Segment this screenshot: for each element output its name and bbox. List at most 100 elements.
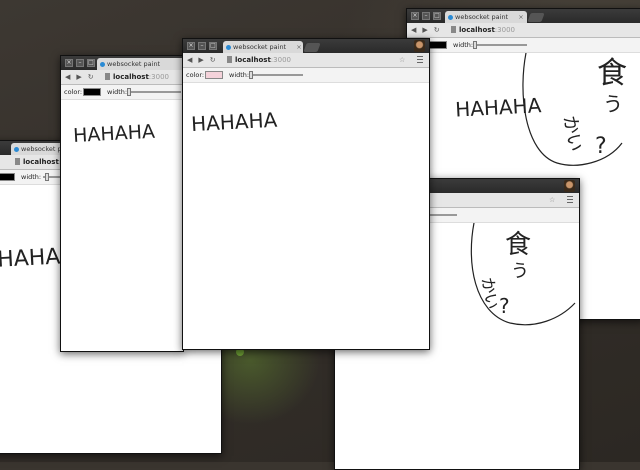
address-bar[interactable]: localhost:3000 bbox=[451, 23, 515, 37]
url-host: localhost bbox=[235, 56, 271, 64]
close-icon[interactable]: × bbox=[411, 12, 419, 20]
maximize-icon[interactable]: □ bbox=[87, 59, 95, 67]
forward-icon[interactable]: ▶ bbox=[76, 70, 81, 84]
titlebar: × – □ websocket paint × bbox=[407, 9, 640, 23]
url-port: :3000 bbox=[148, 73, 169, 81]
address-bar[interactable]: localhost:3000 bbox=[105, 70, 169, 84]
minimize-icon[interactable]: – bbox=[198, 42, 206, 50]
kanji-eat: 食 bbox=[505, 230, 531, 260]
question-mark: ? bbox=[595, 134, 607, 159]
nav-buttons: ◀ ▶ ↻ bbox=[187, 53, 216, 67]
bookmark-star-icon[interactable]: ☆ bbox=[399, 53, 405, 67]
page-favicon-icon bbox=[448, 15, 453, 20]
color-swatch[interactable] bbox=[429, 41, 447, 49]
width-label: width: bbox=[21, 173, 42, 181]
page-icon bbox=[451, 26, 456, 33]
address-bar[interactable]: localhost:3000 bbox=[227, 53, 291, 67]
tab-title: websocket paint bbox=[455, 13, 509, 21]
kana-kai: かい bbox=[559, 114, 586, 153]
paint-controls: width: bbox=[407, 38, 640, 53]
page-icon bbox=[15, 158, 20, 165]
laugh-text: HAHAHA bbox=[190, 108, 278, 136]
tab-websocket-paint[interactable]: websocket paint × bbox=[445, 11, 527, 23]
toolbar: ◀ ▶ ↻ localhost:3000 ☆ bbox=[183, 53, 429, 68]
width-slider[interactable] bbox=[127, 91, 181, 93]
new-tab-button[interactable] bbox=[303, 43, 321, 52]
page-icon bbox=[105, 73, 110, 80]
paint-controls: color: width: bbox=[183, 68, 429, 83]
url-port: :3000 bbox=[494, 26, 515, 34]
close-icon[interactable]: × bbox=[187, 42, 195, 50]
color-swatch[interactable] bbox=[0, 173, 15, 181]
url-host: localhost bbox=[113, 73, 149, 81]
laugh-text: HAHAHA bbox=[73, 121, 156, 147]
reload-icon[interactable]: ↻ bbox=[434, 23, 440, 37]
width-slider-knob[interactable] bbox=[45, 173, 49, 181]
canvas-drawing: HAHAHA bbox=[190, 108, 278, 136]
color-swatch[interactable] bbox=[83, 88, 101, 96]
paint-canvas[interactable]: HAHAHA bbox=[61, 100, 183, 351]
canvas-drawing: HAHAHA bbox=[73, 121, 156, 147]
page-favicon-icon bbox=[14, 147, 19, 152]
width-slider[interactable] bbox=[473, 44, 527, 46]
browser-window-main[interactable]: × – □ websocket paint × ◀ ▶ ↻ localhost:… bbox=[182, 38, 430, 350]
width-slider-knob[interactable] bbox=[249, 71, 253, 79]
new-tab-button[interactable] bbox=[527, 13, 545, 22]
titlebar: × – □ websocket paint × bbox=[183, 39, 429, 53]
page-icon bbox=[227, 56, 232, 63]
maximize-icon[interactable]: □ bbox=[209, 42, 217, 50]
color-swatch[interactable] bbox=[205, 71, 223, 79]
browser-window-d[interactable]: × – □ websocket paint ◀ ▶ ↻ localhost:30… bbox=[60, 55, 184, 352]
close-icon[interactable]: × bbox=[65, 59, 73, 67]
toolbar: ◀ ▶ ↻ localhost:3000 bbox=[407, 23, 640, 38]
paint-canvas[interactable]: HAHAHA bbox=[183, 83, 429, 349]
tab-websocket-paint[interactable]: websocket paint × bbox=[223, 41, 303, 53]
window-controls: × – □ bbox=[187, 42, 217, 50]
menu-icon[interactable] bbox=[567, 196, 573, 203]
window-controls: × – □ bbox=[65, 59, 95, 67]
forward-icon[interactable]: ▶ bbox=[198, 53, 203, 67]
avatar[interactable] bbox=[414, 40, 425, 52]
minimize-icon[interactable]: – bbox=[422, 12, 430, 20]
back-icon[interactable]: ◀ bbox=[187, 53, 192, 67]
back-icon[interactable]: ◀ bbox=[411, 23, 416, 37]
tab-close-icon[interactable]: × bbox=[518, 13, 523, 21]
titlebar: × – □ websocket paint bbox=[61, 56, 183, 70]
width-label: width: bbox=[107, 88, 128, 96]
bookmark-star-icon[interactable]: ☆ bbox=[549, 193, 555, 207]
kana-u: う bbox=[603, 92, 623, 116]
color-label: color: bbox=[64, 88, 83, 96]
tab-title: websocket paint bbox=[107, 60, 161, 68]
tab-close-icon[interactable]: × bbox=[296, 43, 301, 51]
width-label: width: bbox=[453, 41, 474, 49]
tab-websocket-paint[interactable]: websocket paint bbox=[97, 58, 183, 70]
menu-icon[interactable] bbox=[417, 56, 423, 63]
reload-icon[interactable]: ↻ bbox=[88, 70, 94, 84]
nav-buttons: ◀ ▶ ↻ bbox=[65, 70, 94, 84]
nav-buttons: ◀ ▶ ↻ bbox=[411, 23, 440, 37]
width-slider-knob[interactable] bbox=[473, 41, 477, 49]
minimize-icon[interactable]: – bbox=[76, 59, 84, 67]
forward-icon[interactable]: ▶ bbox=[422, 23, 427, 37]
kanji-eat: 食 bbox=[597, 56, 627, 91]
avatar[interactable] bbox=[564, 180, 575, 192]
toolbar: ◀ ▶ ↻ localhost:3000 bbox=[61, 70, 183, 85]
url-host: localhost bbox=[459, 26, 495, 34]
width-label: width: bbox=[229, 71, 250, 79]
laugh-text: HAHAHA bbox=[455, 93, 543, 121]
width-slider[interactable] bbox=[427, 214, 457, 216]
color-label: color: bbox=[186, 71, 205, 79]
tab-title: websocket paint bbox=[233, 43, 287, 51]
width-slider-knob[interactable] bbox=[127, 88, 131, 96]
reload-icon[interactable]: ↻ bbox=[210, 53, 216, 67]
kana-u: う bbox=[511, 261, 529, 282]
width-slider[interactable] bbox=[249, 74, 303, 76]
window-controls: × – □ bbox=[411, 12, 441, 20]
url-port: :3000 bbox=[270, 56, 291, 64]
question-mark: ? bbox=[499, 294, 510, 318]
maximize-icon[interactable]: □ bbox=[433, 12, 441, 20]
page-favicon-icon bbox=[100, 62, 105, 67]
back-icon[interactable]: ◀ bbox=[65, 70, 70, 84]
url-host: localhost bbox=[23, 158, 59, 166]
paint-controls: color: width: bbox=[61, 85, 183, 100]
